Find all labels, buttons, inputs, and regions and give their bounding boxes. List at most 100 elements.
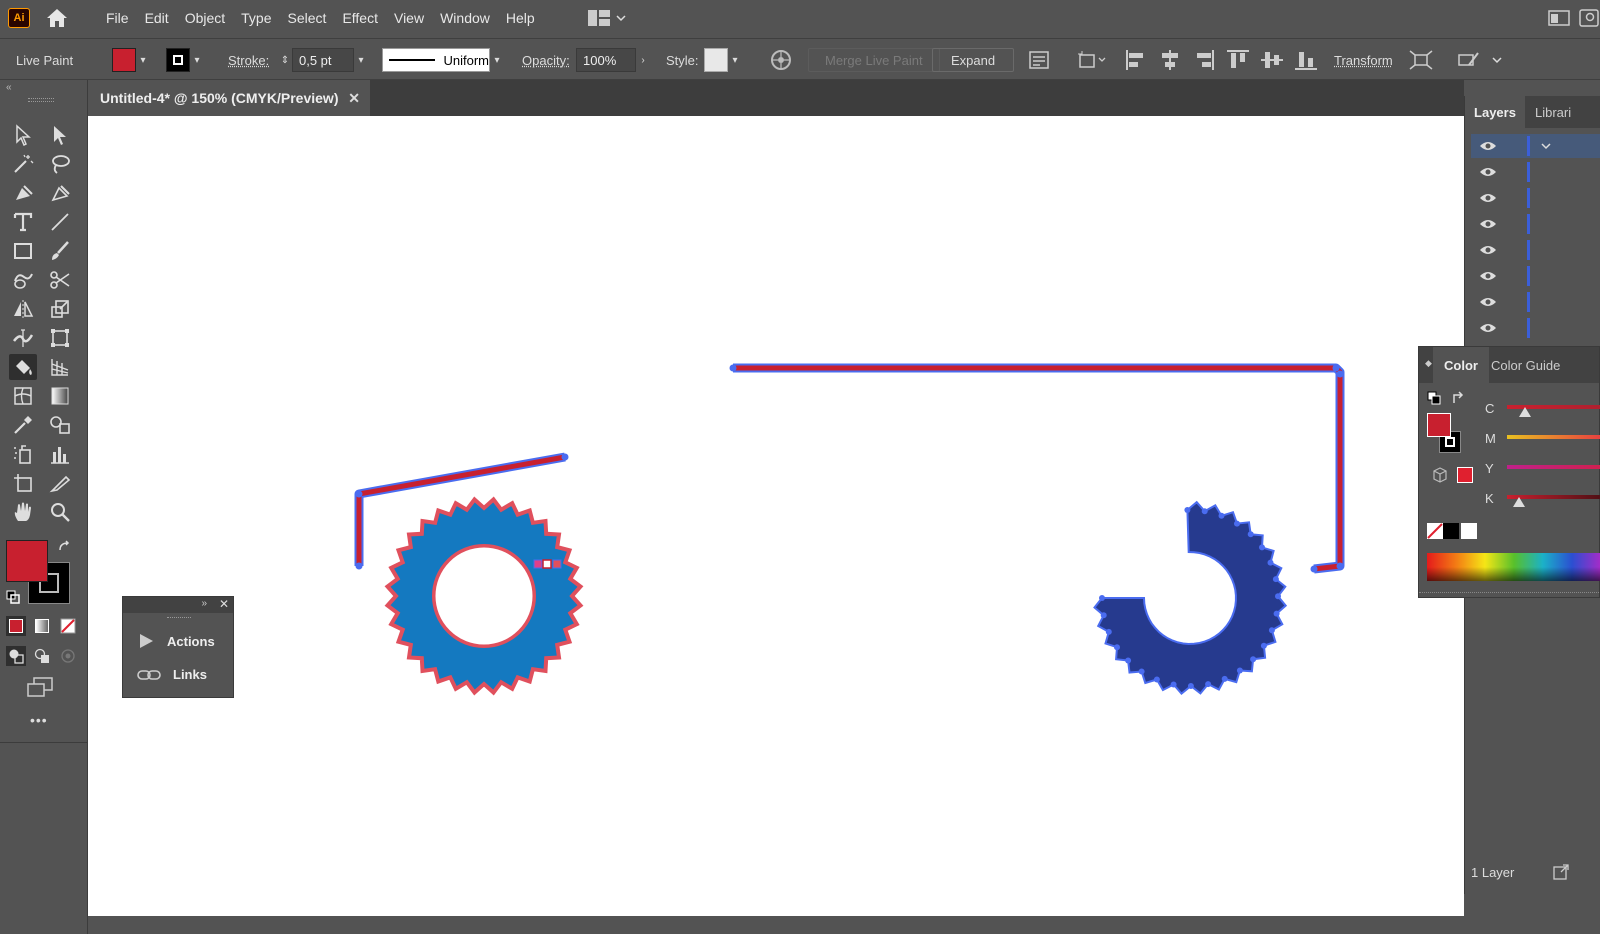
draw-normal-button[interactable] <box>6 646 26 666</box>
layer-row[interactable] <box>1471 316 1600 340</box>
anchor-point[interactable] <box>1105 628 1112 635</box>
width-tool[interactable] <box>9 325 37 351</box>
partial-gear-body[interactable] <box>1093 500 1288 695</box>
paintbrush-tool[interactable] <box>46 238 74 264</box>
panel-resize-grip[interactable] <box>1419 592 1600 595</box>
artboard-options-button[interactable] <box>1076 39 1108 81</box>
chevron-down-icon[interactable]: ▾ <box>136 48 150 72</box>
type-tool[interactable] <box>9 209 37 235</box>
curvature-tool[interactable] <box>46 180 74 206</box>
export-layers-icon[interactable] <box>1553 864 1569 880</box>
layer-row[interactable] <box>1471 160 1600 184</box>
slider-track-m[interactable] <box>1507 435 1600 439</box>
anchor-point[interactable] <box>1275 593 1281 600</box>
layer-row[interactable] <box>1471 212 1600 236</box>
anchor-point[interactable] <box>1268 627 1275 634</box>
merge-live-paint-button[interactable]: Merge Live Paint <box>808 39 940 81</box>
close-icon[interactable]: ✕ <box>348 90 360 107</box>
anchor-point[interactable] <box>1187 683 1194 689</box>
layer-row[interactable] <box>1471 186 1600 210</box>
chevron-down-icon[interactable]: ▾ <box>190 48 204 72</box>
panel-options-icon[interactable]: ◆ <box>1425 358 1432 369</box>
slice-tool[interactable] <box>46 470 74 496</box>
anchor-point[interactable] <box>1260 642 1267 649</box>
opacity-label[interactable]: Opacity: <box>522 39 570 81</box>
slider-thumb-c[interactable] <box>1519 407 1531 417</box>
anchor-point[interactable] <box>1114 644 1120 651</box>
stroke-weight-field[interactable]: 0,5 pt <box>292 48 354 72</box>
menu-edit[interactable]: Edit <box>137 10 177 26</box>
layer-row[interactable] <box>1471 134 1600 158</box>
gamut-color-swatch[interactable] <box>1457 467 1473 483</box>
scissors-tool[interactable] <box>46 267 74 293</box>
out-of-gamut-cube-icon[interactable] <box>1433 467 1447 483</box>
anchor-point[interactable] <box>1138 668 1145 675</box>
links-panel-button[interactable]: Links <box>137 667 207 682</box>
menu-type[interactable]: Type <box>233 10 279 26</box>
menu-help[interactable]: Help <box>498 10 543 26</box>
eye-visibility-icon[interactable] <box>1479 218 1497 230</box>
slider-track-y[interactable] <box>1507 465 1600 469</box>
draw-inside-button[interactable] <box>58 646 78 666</box>
blend-tool[interactable] <box>46 412 74 438</box>
actions-panel-button[interactable]: Actions <box>137 633 215 649</box>
fill-color-swatch[interactable] <box>6 540 48 582</box>
align-horizontal-center-icon[interactable] <box>1158 49 1182 71</box>
transform-link[interactable]: Transform <box>1334 39 1393 81</box>
slider-thumb-k[interactable] <box>1513 497 1525 507</box>
column-graph-tool[interactable] <box>46 441 74 467</box>
color-mode-button[interactable] <box>6 616 26 636</box>
workspace-switcher-button[interactable] <box>588 8 636 28</box>
anchor-point[interactable] <box>1201 508 1208 515</box>
selection-tool[interactable] <box>9 122 37 148</box>
anchor-point[interactable] <box>1153 676 1160 683</box>
align-bottom-icon[interactable] <box>1294 49 1318 71</box>
stroke-weight-control[interactable]: ⇕ 0,5 pt ▾ <box>278 39 368 81</box>
isolate-button[interactable] <box>1408 39 1434 81</box>
lasso-tool[interactable] <box>46 151 74 177</box>
artboard-canvas[interactable] <box>88 116 1464 916</box>
fill-mini-swatch[interactable] <box>1427 413 1451 437</box>
menu-file[interactable]: File <box>98 10 137 26</box>
tab-libraries[interactable]: Librari <box>1535 96 1571 128</box>
stroke-label[interactable]: Stroke: <box>228 39 269 81</box>
menu-select[interactable]: Select <box>280 10 335 26</box>
mini-panel-header[interactable]: » ✕ <box>123 597 233 613</box>
color-spectrum-bar[interactable] <box>1427 553 1600 581</box>
eye-visibility-icon[interactable] <box>1479 244 1497 256</box>
graphic-style-control[interactable]: ▾ <box>704 39 742 81</box>
zoom-tool[interactable] <box>46 499 74 525</box>
swap-fill-stroke-icon[interactable] <box>58 540 72 557</box>
opacity-field[interactable]: 100% <box>576 48 636 72</box>
none-mode-button[interactable] <box>58 616 78 636</box>
chevron-down-icon[interactable] <box>1541 142 1551 150</box>
search-icon[interactable] <box>1578 9 1600 27</box>
white-swatch[interactable] <box>1461 523 1477 539</box>
document-tab[interactable]: Untitled-4* @ 150% (CMYK/Preview) ✕ <box>88 80 370 116</box>
document-setup-button[interactable] <box>1028 39 1050 81</box>
eye-visibility-icon[interactable] <box>1479 166 1497 178</box>
magic-wand-tool[interactable] <box>9 151 37 177</box>
fill-swatch[interactable] <box>112 48 136 72</box>
chevron-down-icon[interactable]: ▾ <box>354 48 368 72</box>
align-vertical-center-icon[interactable] <box>1260 49 1284 71</box>
anchor-point[interactable] <box>1272 576 1279 583</box>
home-button[interactable] <box>44 6 70 30</box>
live-paint-bucket-tool[interactable] <box>9 354 37 380</box>
free-transform-tool[interactable] <box>46 325 74 351</box>
fill-color-control[interactable]: ▾ <box>112 39 150 81</box>
align-left-icon[interactable] <box>1124 49 1148 71</box>
swap-icon[interactable] <box>1451 391 1465 405</box>
line-segment-tool[interactable] <box>46 209 74 235</box>
mesh-tool[interactable] <box>9 383 37 409</box>
anchor-point[interactable] <box>1099 595 1105 601</box>
gradient-tool[interactable] <box>46 383 74 409</box>
anchor-point[interactable] <box>1247 531 1254 538</box>
perspective-grid-tool[interactable] <box>46 354 74 380</box>
stroke-profile-control[interactable]: Uniform ▾ <box>382 39 504 81</box>
anchor-point[interactable] <box>1259 544 1265 551</box>
none-swatch-icon[interactable] <box>1427 523 1443 539</box>
stepper-icon[interactable]: ⇕ <box>278 48 292 72</box>
gradient-mode-button[interactable] <box>32 616 52 636</box>
draw-behind-button[interactable] <box>32 646 52 666</box>
